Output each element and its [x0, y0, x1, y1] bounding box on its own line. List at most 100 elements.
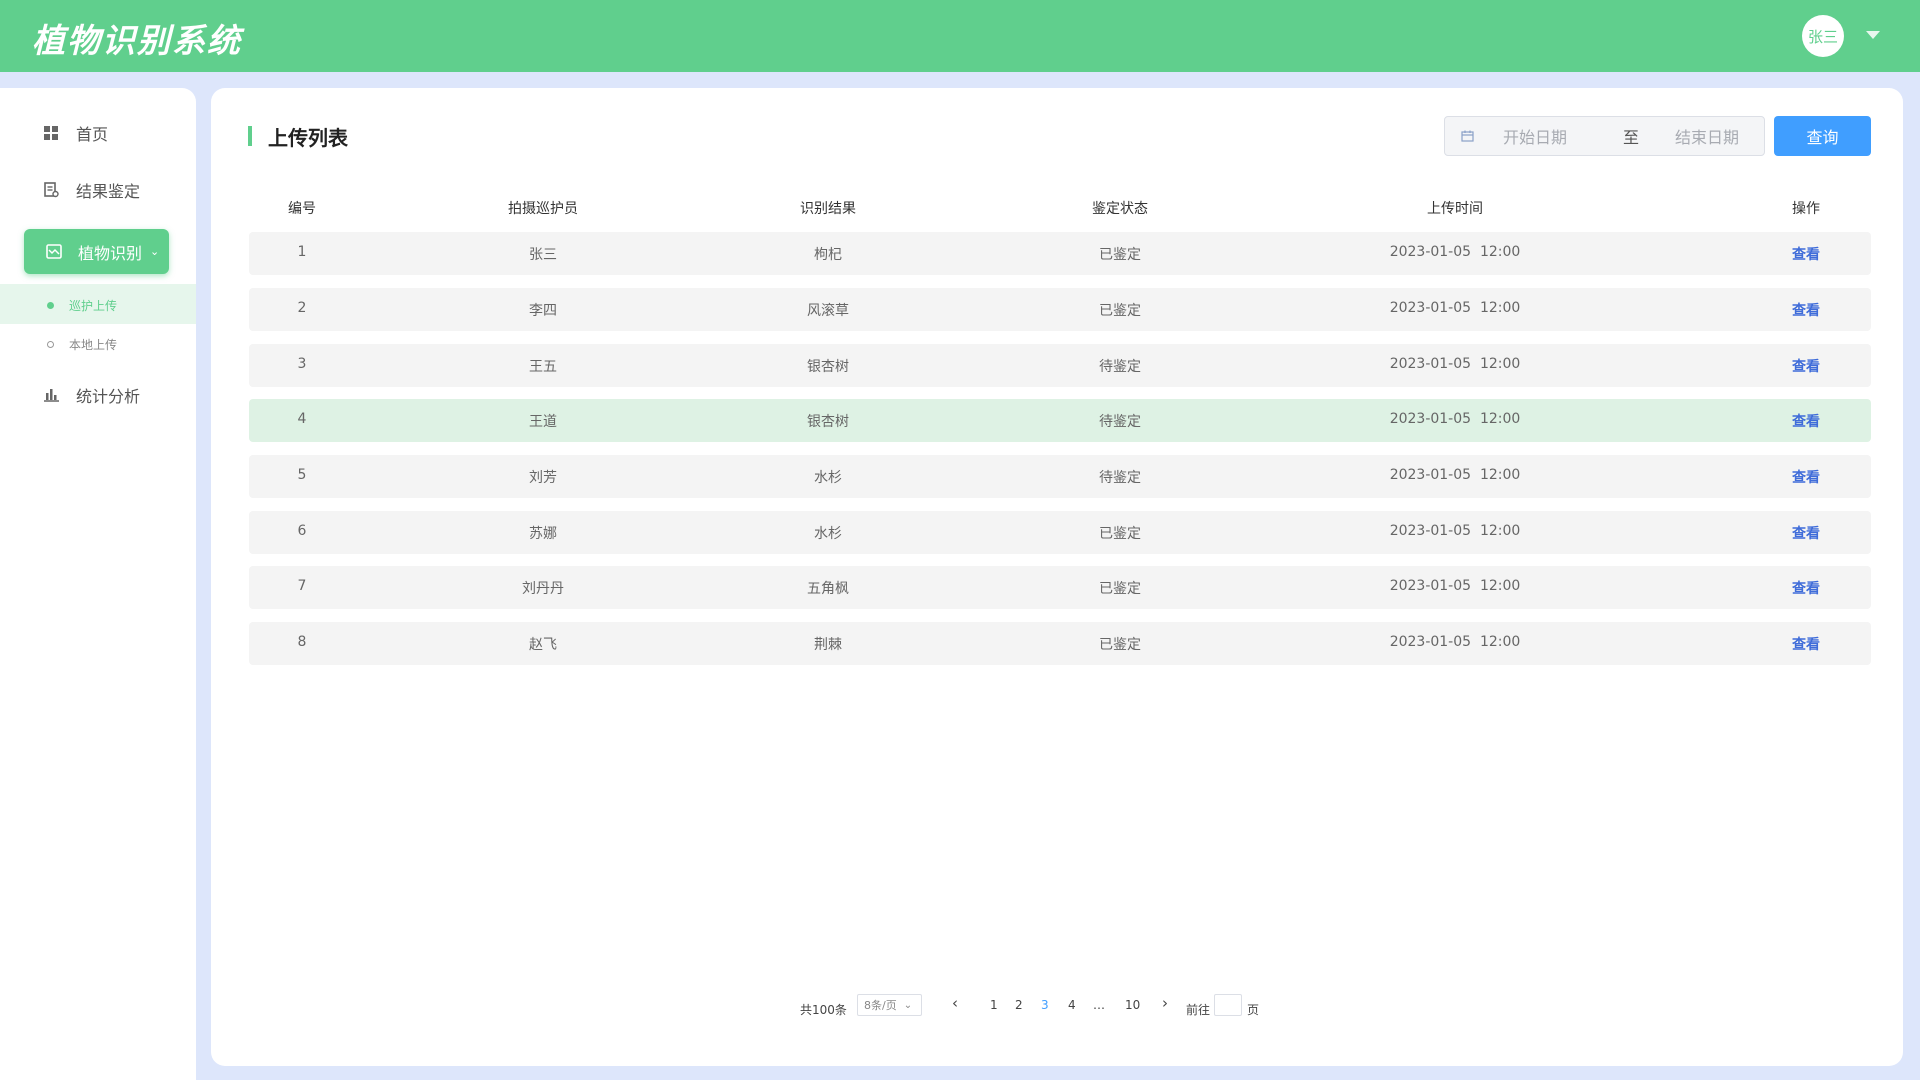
cell-ranger: 苏娜	[529, 526, 557, 542]
cell-id: 1	[297, 244, 307, 260]
page-number-current[interactable]: 3	[1041, 998, 1049, 1012]
sidebar-item-label: 统计分析	[76, 387, 141, 406]
date-separator: 至	[1623, 128, 1640, 147]
cell-ranger: 刘芳	[529, 470, 557, 486]
grid-icon	[44, 126, 64, 140]
column-header-id: 编号	[288, 201, 316, 217]
table-row: 2 李四 风滚草 已鉴定 2023-01-05 12:00 查看	[249, 288, 1871, 331]
cell-upload-time: 2023-01-05 12:00	[1389, 467, 1521, 483]
cell-result: 枸杞	[814, 247, 842, 263]
sidebar-item-home[interactable]: 首页	[44, 118, 108, 148]
table-row: 5 刘芳 水杉 待鉴定 2023-01-05 12:00 查看	[249, 455, 1871, 498]
sub-item-patrol-upload[interactable]: 巡护上传	[47, 297, 117, 314]
calendar-icon	[1461, 130, 1477, 142]
app-title: 植物识别系统	[32, 21, 242, 60]
cell-result: 银杏树	[807, 414, 849, 430]
cell-upload-time: 2023-01-05 12:00	[1389, 356, 1521, 372]
user-avatar[interactable]: 张三	[1802, 15, 1844, 57]
cell-upload-time: 2023-01-05 12:00	[1389, 411, 1521, 427]
cell-id: 5	[297, 467, 307, 483]
view-link[interactable]: 查看	[1766, 634, 1846, 654]
goto-label: 前往	[1186, 1002, 1211, 1017]
prev-page-icon[interactable]: ‹	[952, 994, 958, 1012]
table-row-highlighted: 4 王道 银杏树 待鉴定 2023-01-05 12:00 查看	[249, 399, 1871, 442]
table-row: 8 赵飞 荆棘 已鉴定 2023-01-05 12:00 查看	[249, 622, 1871, 665]
cell-id: 8	[297, 634, 307, 650]
cell-status: 已鉴定	[1099, 637, 1141, 653]
next-page-icon[interactable]: ›	[1162, 994, 1168, 1012]
cell-status: 已鉴定	[1099, 303, 1141, 319]
cell-ranger: 张三	[529, 247, 557, 263]
chevron-down-icon: ⌄	[150, 245, 160, 258]
sub-item-label: 巡护上传	[69, 299, 118, 313]
view-link[interactable]: 查看	[1766, 300, 1846, 320]
cell-status: 已鉴定	[1099, 581, 1141, 597]
view-link[interactable]: 查看	[1766, 356, 1846, 376]
page-number[interactable]: 2	[1015, 998, 1023, 1012]
table-row: 7 刘丹丹 五角枫 已鉴定 2023-01-05 12:00 查看	[249, 566, 1871, 609]
date-range-picker[interactable]: 开始日期 至 结束日期	[1444, 116, 1765, 156]
view-link[interactable]: 查看	[1766, 244, 1846, 264]
cell-id: 2	[297, 300, 307, 316]
table-row: 6 苏娜 水杉 已鉴定 2023-01-05 12:00 查看	[249, 511, 1871, 554]
cell-result: 五角枫	[807, 581, 849, 597]
sub-item-local-upload[interactable]: 本地上传	[47, 336, 117, 353]
cell-status: 已鉴定	[1099, 247, 1141, 263]
cell-result: 银杏树	[807, 359, 849, 375]
cell-status: 待鉴定	[1099, 470, 1141, 486]
cell-ranger: 王道	[529, 414, 557, 430]
bar-chart-icon	[44, 388, 64, 402]
table-header: 编号 拍摄巡护员 识别结果 鉴定状态 上传时间 操作	[249, 198, 1871, 222]
cell-id: 4	[297, 411, 307, 427]
cell-result: 风滚草	[807, 303, 849, 319]
sidebar-item-plant-recognition[interactable]: 植物识别 ⌄	[24, 229, 169, 274]
column-header-status: 鉴定状态	[1092, 201, 1148, 217]
sidebar-item-statistics[interactable]: 统计分析	[44, 380, 140, 410]
cell-id: 6	[297, 523, 307, 539]
cell-result: 水杉	[814, 526, 842, 542]
cell-id: 3	[297, 356, 307, 372]
main-panel: 上传列表 开始日期 至 结束日期 查询 编号 拍摄巡护员 识别结果 鉴定状态 上…	[211, 88, 1903, 1066]
page-ellipsis[interactable]: …	[1093, 998, 1105, 1012]
start-date-input[interactable]: 开始日期	[1503, 124, 1567, 148]
image-icon	[46, 244, 66, 259]
view-link[interactable]: 查看	[1766, 523, 1846, 543]
cell-id: 7	[297, 578, 307, 594]
page-title-text: 上传列表	[268, 125, 348, 150]
cell-upload-time: 2023-01-05 12:00	[1389, 634, 1521, 650]
column-header-ranger: 拍摄巡护员	[508, 201, 578, 217]
page-size-value: 8条/页	[864, 999, 897, 1012]
view-link[interactable]: 查看	[1766, 467, 1846, 487]
chevron-down-icon[interactable]	[1866, 31, 1880, 39]
goto-suffix: 页	[1247, 1002, 1260, 1017]
page-number[interactable]: 10	[1125, 998, 1140, 1012]
end-date-input[interactable]: 结束日期	[1675, 124, 1739, 148]
cell-ranger: 李四	[529, 303, 557, 319]
column-header-actions: 操作	[1792, 201, 1820, 217]
page-number[interactable]: 4	[1068, 998, 1076, 1012]
page-title: 上传列表	[248, 124, 348, 150]
cell-result: 水杉	[814, 470, 842, 486]
cell-status: 待鉴定	[1099, 359, 1141, 375]
goto-page-input[interactable]	[1214, 994, 1242, 1016]
cell-upload-time: 2023-01-05 12:00	[1389, 300, 1521, 316]
cell-status: 待鉴定	[1099, 414, 1141, 430]
table-row: 3 王五 银杏树 待鉴定 2023-01-05 12:00 查看	[249, 344, 1871, 387]
view-link[interactable]: 查看	[1766, 411, 1846, 431]
top-header: 植物识别系统 张三	[0, 0, 1920, 72]
page-number[interactable]: 1	[990, 998, 998, 1012]
column-header-upload-time: 上传时间	[1427, 201, 1483, 217]
page-size-select[interactable]: 8条/页 ⌄	[857, 994, 922, 1016]
sidebar-item-label: 首页	[76, 125, 109, 144]
cell-ranger: 王五	[529, 359, 557, 375]
title-accent-bar	[248, 126, 252, 146]
query-button[interactable]: 查询	[1774, 116, 1871, 156]
chevron-down-icon: ⌄	[903, 999, 913, 1011]
bullet-icon	[47, 302, 54, 309]
cell-ranger: 赵飞	[529, 637, 557, 653]
sidebar-item-result-review[interactable]: 结果鉴定	[44, 175, 140, 205]
sidebar: 首页 结果鉴定 植物识别 ⌄ 巡护上传 本地上传 统计分析	[0, 88, 196, 1080]
pagination-total: 共100条	[800, 1002, 847, 1017]
view-link[interactable]: 查看	[1766, 578, 1846, 598]
column-header-result: 识别结果	[800, 201, 856, 217]
